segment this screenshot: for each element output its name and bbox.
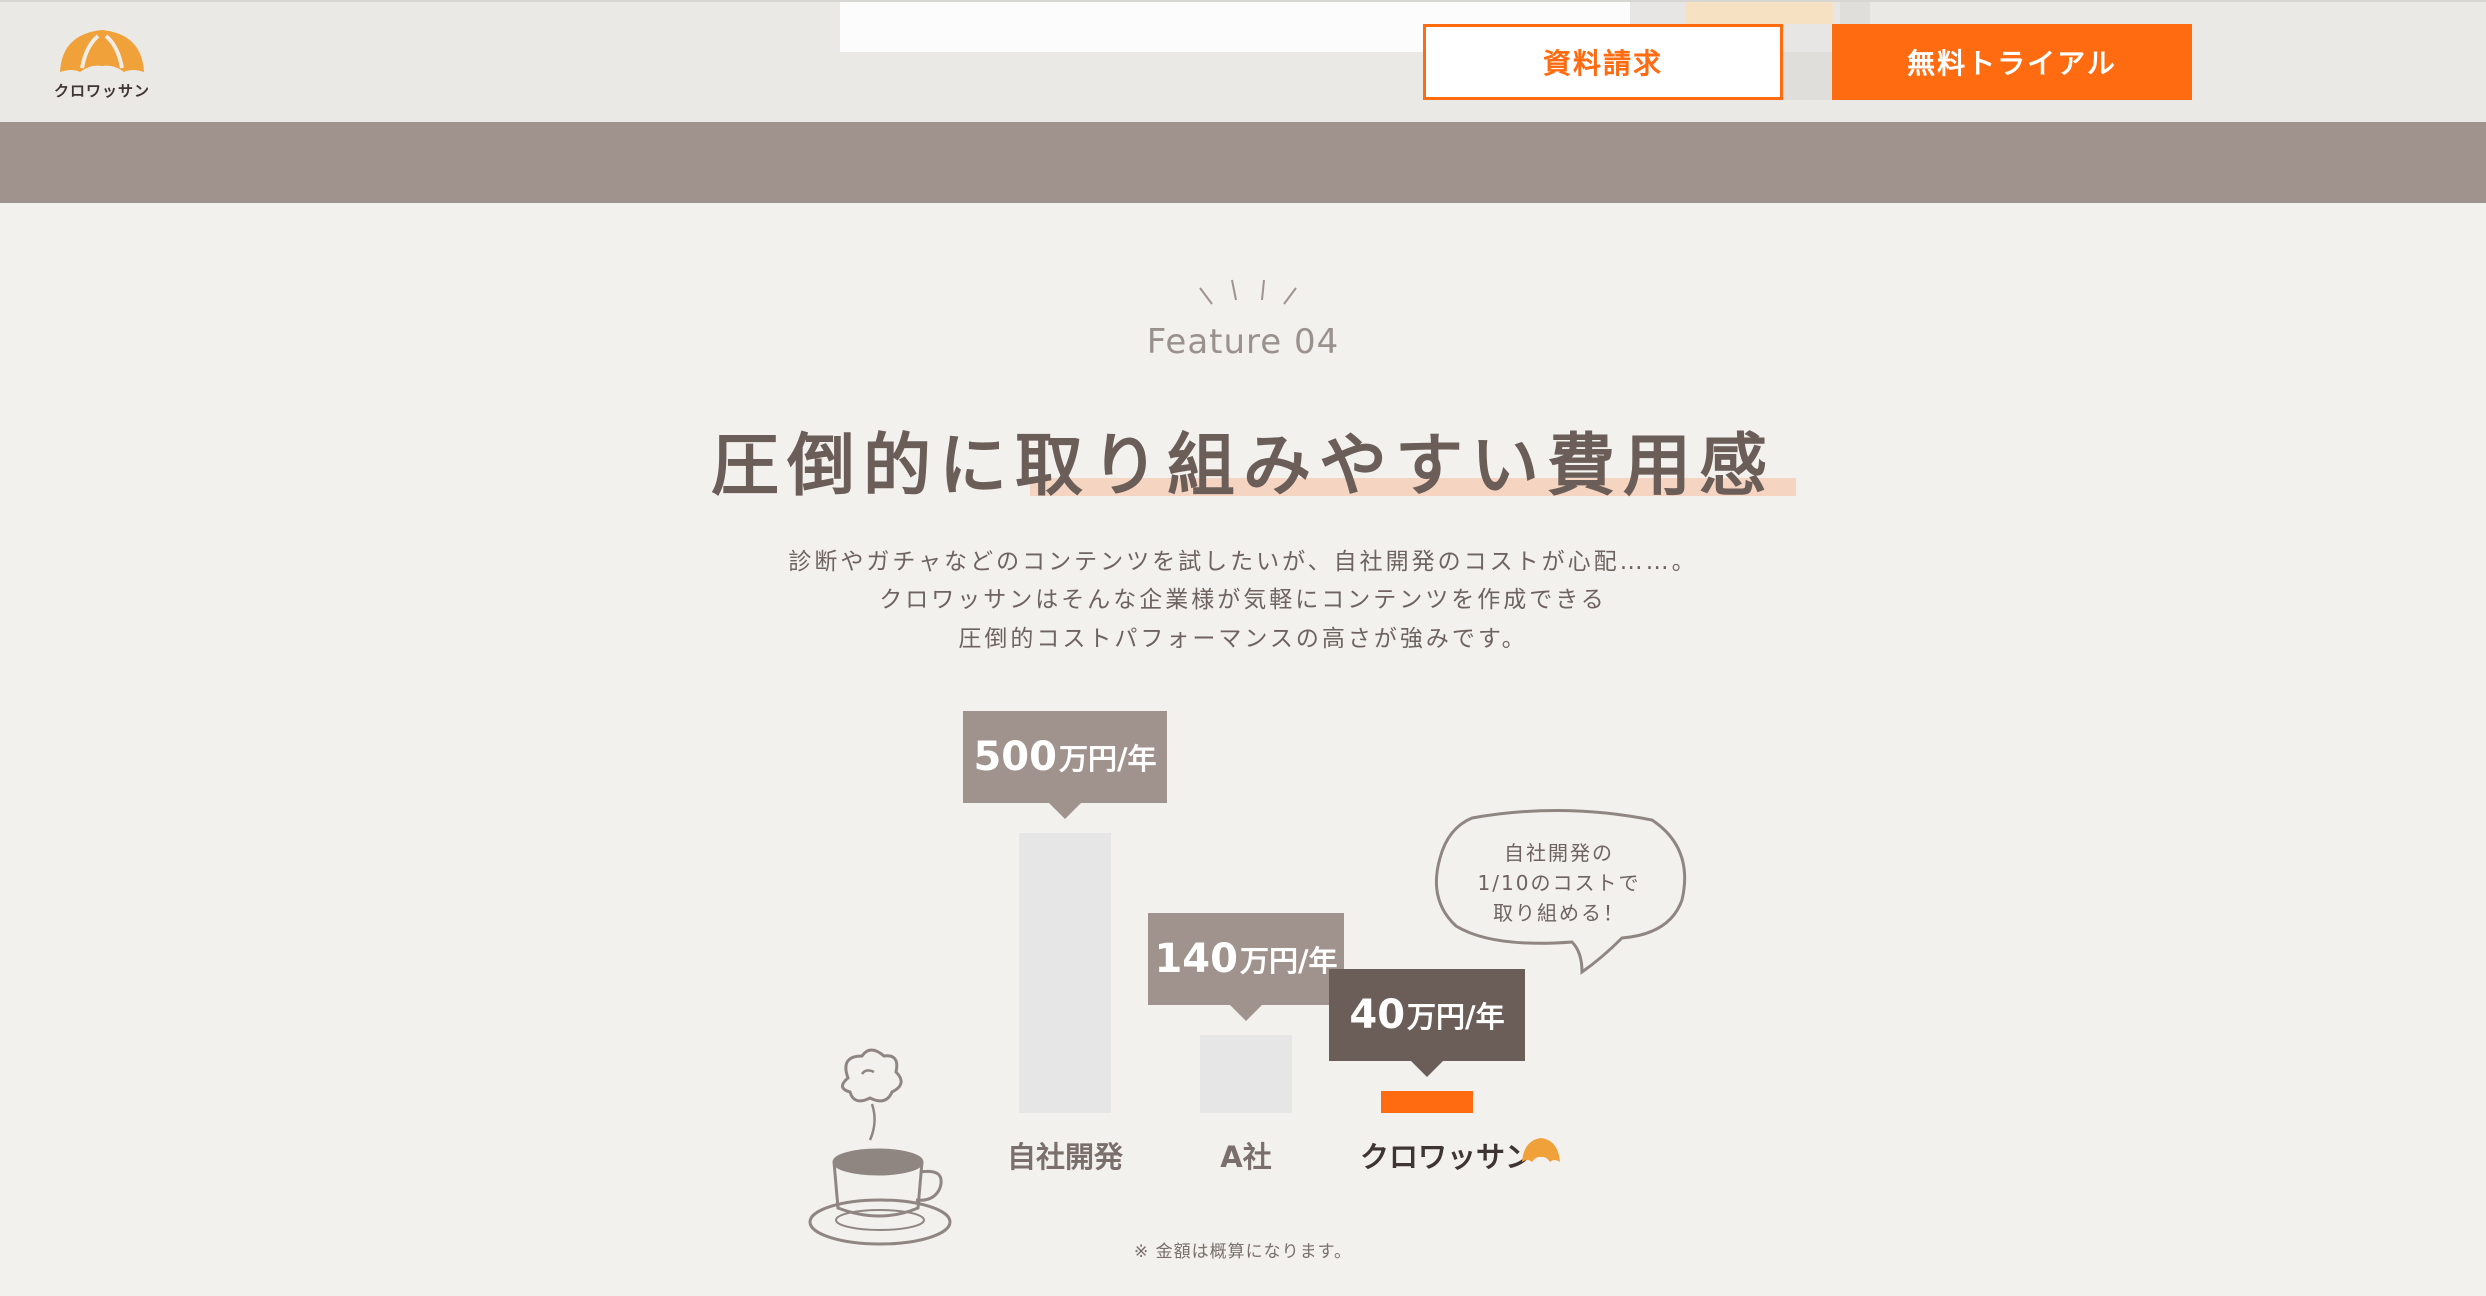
- value-number-1: 140: [1154, 935, 1238, 982]
- bar-1: [1200, 1034, 1292, 1113]
- bubble-line-2: 1/10のコストで: [1477, 871, 1641, 895]
- bubble-line-3: 取り組める！: [1493, 901, 1625, 925]
- value-label-0: 500 万円/年: [963, 711, 1167, 819]
- bar-0: [1019, 833, 1111, 1113]
- value-label-2: 40 万円/年: [1329, 968, 1525, 1077]
- value-number-0: 500: [973, 734, 1057, 780]
- value-label-1: 140 万円/年: [1148, 912, 1344, 1021]
- value-unit-2: 万円/年: [1407, 999, 1505, 1034]
- estimate-note: ※ 金額は概算になります。: [1134, 1242, 1352, 1262]
- bar-2: [1381, 1090, 1473, 1113]
- croissant-mini-icon: [1522, 1138, 1560, 1162]
- value-unit-1: 万円/年: [1239, 943, 1338, 978]
- value-number-2: 40: [1349, 991, 1406, 1038]
- value-unit-0: 万円/年: [1058, 742, 1157, 776]
- cost-comparison-chart: 500 万円/年 自社開発 140 万円/年 A社 40 万円/年 クロワッサン: [0, 0, 2486, 1296]
- coffee-cup-icon: [808, 1048, 952, 1246]
- bubble-line-1: 自社開発の: [1504, 841, 1614, 865]
- bubble-text: 自社開発の 1/10のコストで 取り組める！: [1432, 838, 1686, 928]
